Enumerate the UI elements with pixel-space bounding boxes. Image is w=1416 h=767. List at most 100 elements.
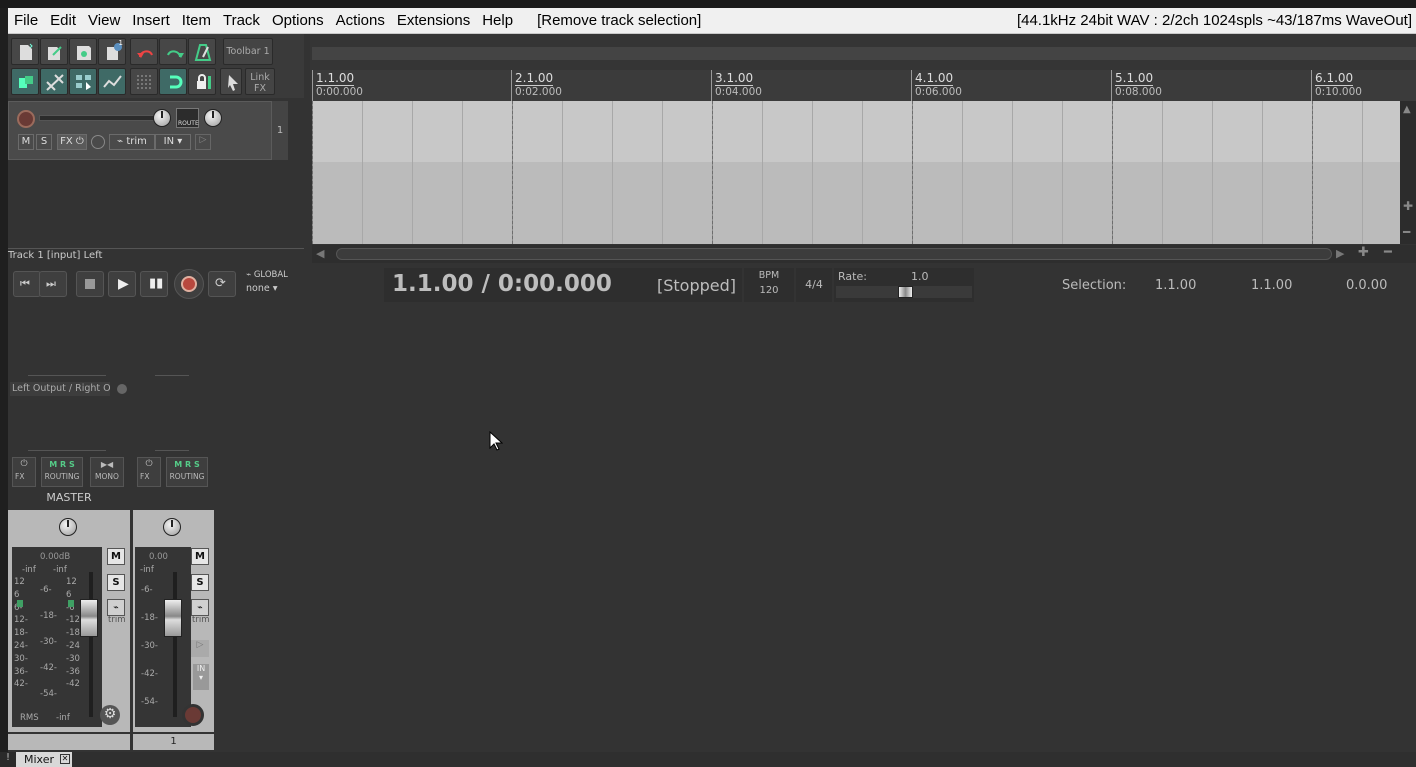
menu-view[interactable]: View [82,12,126,29]
track-fx-button[interactable]: FX ⏻ [57,134,87,150]
menu-edit[interactable]: Edit [44,12,82,29]
record-arm-icon[interactable] [17,110,35,128]
master-meter-mode[interactable]: RMS [20,713,39,723]
track1-fx-button[interactable]: ⏻ FX [137,457,161,487]
track-1-header[interactable]: ROUTE M S FX ⏻ ⌁ trim IN ▾ ▷ [8,101,272,160]
horizontal-scroll-thumb[interactable] [336,248,1332,260]
close-icon[interactable]: ✕ [60,754,70,764]
track1-routing-button[interactable]: M R S ROUTING [166,457,208,487]
project-settings-button[interactable]: 1 [98,38,126,65]
timeline-ruler[interactable]: 1.1.00 0:00.000 2.1.00 0:02.000 3.1.00 0… [312,70,1416,101]
pan-knob[interactable] [204,109,222,127]
zoom-out-horizontal-icon[interactable]: ━ [1384,245,1392,260]
input-monitor-button[interactable]: IN ▾ [155,134,191,150]
track1-envelope-button[interactable]: ⌁ [191,599,209,616]
master-mono-button[interactable]: ▶◀ MONO [90,457,124,487]
stop-button[interactable] [76,271,104,297]
track1-solo-button[interactable]: S [191,574,209,591]
redo-button[interactable] [159,38,187,65]
zoom-out-vertical-icon[interactable]: ━ [1403,225,1410,239]
grid-snap-button[interactable] [11,68,39,95]
volume-knob[interactable] [153,109,171,127]
menu-file[interactable]: File [8,12,44,29]
scroll-right-icon[interactable]: ▶ [1336,247,1344,260]
phase-icon[interactable] [91,135,105,149]
master-fader-track[interactable] [89,572,93,717]
track1-fader-track[interactable] [173,572,177,717]
save-project-button[interactable] [69,38,97,65]
record-button[interactable] [174,269,204,299]
docker-indicator[interactable]: ! [0,752,16,767]
fx-insert-icon[interactable]: ▷ [191,640,209,657]
position-display[interactable]: 1.1.00 / 0:00.000 [Stopped] [384,268,742,302]
menu-actions[interactable]: Actions [330,12,391,29]
play-button[interactable]: ▶ [108,271,136,297]
master-fader-handle[interactable] [80,599,98,637]
master-pan-knob[interactable] [59,518,77,536]
undo-button[interactable] [130,38,158,65]
track-mute-button[interactable]: M [18,134,34,150]
envelope-points-button[interactable] [98,68,126,95]
pause-button[interactable]: ▮▮ [140,271,168,297]
menu-insert[interactable]: Insert [126,12,176,29]
toolbar-name-label[interactable]: Toolbar 1 [223,38,273,65]
track-solo-button[interactable]: S [36,134,52,150]
automation-mode-button[interactable]: ⌁ trim [109,134,155,150]
track1-db-readout[interactable]: 0.00 [149,552,168,562]
menu-help[interactable]: Help [476,12,519,29]
loop-points-button[interactable] [159,68,187,95]
menu-item[interactable]: Item [176,12,217,29]
horizontal-scrollbar[interactable]: ◀ ▶ ✚ ━ [312,245,1416,263]
master-peak-left[interactable]: -inf [22,565,36,575]
grouping-button[interactable] [69,68,97,95]
menu-extensions[interactable]: Extensions [391,12,476,29]
lock-button[interactable] [188,68,216,95]
metronome-button[interactable] [188,38,216,65]
master-peak-right[interactable]: -inf [53,565,67,575]
track1-fader-handle[interactable] [164,599,182,637]
ripple-edit-button[interactable] [40,68,68,95]
new-project-button[interactable] [11,38,39,65]
output-pan-icon[interactable] [117,384,127,394]
scroll-left-icon[interactable]: ◀ [316,247,324,260]
master-fx-button[interactable]: ⏻ FX [12,457,36,487]
link-fx-button[interactable]: Link FX [245,68,275,95]
mixer-tab[interactable]: Mixer ✕ [16,752,72,767]
go-to-end-button[interactable]: ⏭ [39,271,67,297]
menu-options[interactable]: Options [266,12,330,29]
time-signature[interactable]: 4/4 [796,268,832,302]
rate-slider-handle[interactable] [898,286,913,298]
go-to-start-button[interactable]: ⏮ [13,271,41,297]
master-mute-button[interactable]: M [107,548,125,565]
zoom-in-vertical-icon[interactable]: ✚ [1403,199,1413,213]
track1-peak[interactable]: -inf [140,565,154,575]
tempo-envelope-strip[interactable] [312,47,1416,60]
master-envelope-button[interactable]: ⌁ [107,599,125,616]
menu-track[interactable]: Track [217,12,266,29]
route-button[interactable]: ROUTE [176,108,199,128]
master-db-readout[interactable]: 0.00dB [40,552,70,562]
fx-insert-icon[interactable]: ▷ [195,134,211,150]
master-routing-button[interactable]: M R S ROUTING [41,457,83,487]
repeat-button[interactable]: ⟳ [208,271,236,297]
crossfade-button[interactable] [130,68,158,95]
track1-record-arm-icon[interactable] [182,704,204,726]
pointer-tool-button[interactable] [220,68,242,95]
master-output-label[interactable]: Left Output / Right Output [10,382,110,396]
playrate-control[interactable]: Rate: 1.0 [834,268,974,302]
track1-pan-knob[interactable] [163,518,181,536]
vertical-scrollbar[interactable]: ▲ ✚ ━ [1400,101,1416,244]
rate-slider[interactable] [836,286,972,298]
zoom-in-horizontal-icon[interactable]: ✚ [1358,245,1369,260]
track1-mute-button[interactable]: M [191,548,209,565]
volume-slider[interactable] [39,115,169,121]
selection-display[interactable]: Selection: 1.1.00 1.1.00 0.0.00 [976,268,1416,302]
scroll-up-icon[interactable]: ▲ [1403,104,1411,115]
global-automation-button[interactable]: ⌁ GLOBAL none ▾ [246,270,294,298]
bpm-display[interactable]: BPM 120 [744,268,794,302]
gear-icon[interactable]: ⚙ [100,705,120,725]
track1-input-button[interactable]: IN ▾ [193,664,209,690]
open-project-button[interactable] [40,38,68,65]
audio-device-status[interactable]: [44.1kHz 24bit WAV : 2/2ch 1024spls ~43/… [1017,12,1416,29]
master-solo-button[interactable]: S [107,574,125,591]
